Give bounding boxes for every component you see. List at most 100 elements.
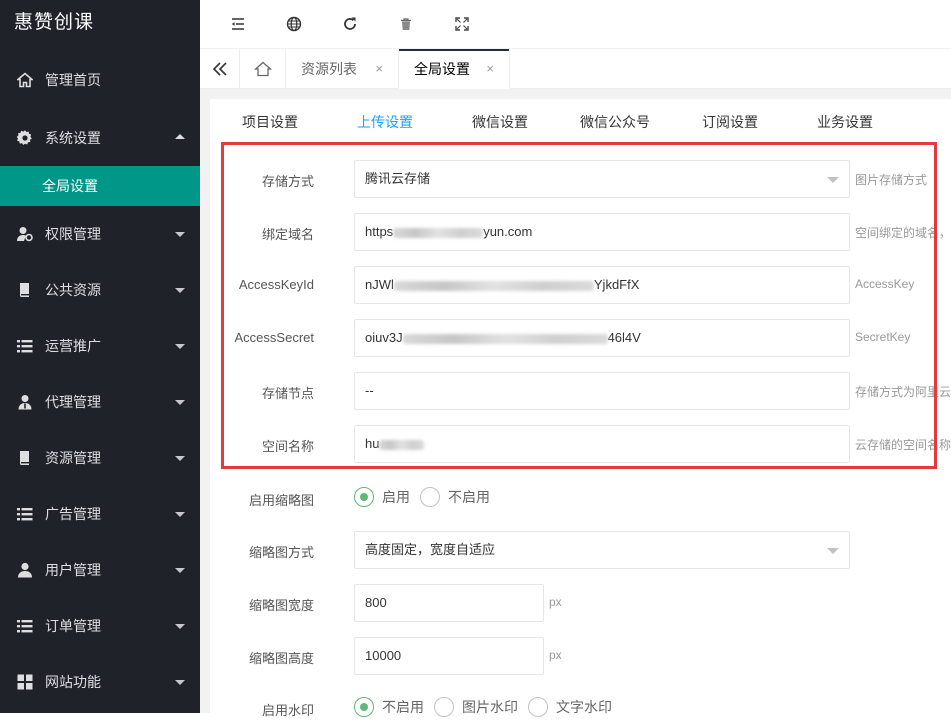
home-icon: [16, 71, 34, 89]
form-row-thumbnail-height: 缩略图高度 10000 px: [210, 637, 951, 675]
radio-label: 不启用: [382, 699, 424, 715]
radio-checked-icon: [354, 697, 374, 717]
domain-input[interactable]: https yun.com: [354, 213, 850, 251]
tabs-scroll-left-button[interactable]: [200, 49, 240, 89]
sidebar-item-users[interactable]: 用户管理: [0, 542, 200, 598]
input-text: 800: [365, 595, 387, 610]
sidebar-item-label: 权限管理: [45, 226, 101, 242]
sidebar-item-public-resources[interactable]: 公共资源: [0, 262, 200, 318]
field-hint: 存储方式为阿里云: [855, 385, 951, 399]
radio-thumbnail-off[interactable]: 不启用: [420, 487, 490, 507]
field-label: 缩略图方式: [248, 545, 314, 560]
input-text: YjkdFfX: [593, 277, 640, 292]
globe-icon[interactable]: [284, 14, 304, 34]
form-row-space-name: 空间名称 hu 云存储的空间名称: [210, 425, 951, 463]
tab-project-settings[interactable]: 项目设置: [242, 112, 298, 132]
form-row-watermark: 启用水印 不启用 图片水印 文字水印: [210, 689, 951, 727]
field-label: 存储方式: [261, 174, 314, 189]
access-secret-input[interactable]: oiuv3J 46l4V: [354, 319, 850, 357]
radio-watermark-text[interactable]: 文字水印: [528, 697, 612, 717]
input-text: 10000: [365, 648, 402, 663]
unit-label: px: [549, 648, 562, 662]
sidebar-item-label: 管理首页: [45, 72, 101, 88]
sidebar-item-home[interactable]: 管理首页: [0, 50, 200, 110]
caret-down-icon: [175, 624, 185, 629]
brand-logo-text: 惠赞创课: [14, 12, 95, 33]
trash-icon[interactable]: [396, 14, 416, 34]
space-name-input[interactable]: hu: [354, 425, 850, 463]
tab-global-settings[interactable]: 全局设置 ×: [399, 49, 510, 89]
thumbnail-width-input[interactable]: 800: [354, 584, 544, 622]
sidebar-item-system-settings[interactable]: 系统设置: [0, 110, 200, 166]
tab-resource-list[interactable]: 资源列表 ×: [286, 49, 399, 89]
field-hint: 云存储的空间名称: [855, 438, 951, 452]
list-icon: [16, 337, 34, 355]
radio-label: 文字水印: [556, 699, 612, 715]
field-label: 空间名称: [261, 439, 314, 454]
radio-checked-icon: [354, 487, 374, 507]
form-row-storage-node: 存储节点 -- 存储方式为阿里云: [210, 372, 951, 410]
sidebar-item-agents[interactable]: 代理管理: [0, 374, 200, 430]
sidebar-item-ads[interactable]: 广告管理: [0, 486, 200, 542]
field-hint: SecretKey: [855, 330, 911, 344]
form-row-thumbnail-mode: 缩略图方式 高度固定，宽度自适应: [210, 531, 951, 569]
sidebar-item-label: 广告管理: [45, 506, 101, 522]
refresh-icon[interactable]: [340, 14, 360, 34]
radio-label: 启用: [382, 489, 410, 505]
field-hint: 空间绑定的域名，: [855, 226, 951, 240]
storage-node-input[interactable]: --: [354, 372, 850, 410]
user-key-icon: [16, 225, 34, 243]
close-icon[interactable]: ×: [375, 49, 383, 89]
sidebar-subitem-global-settings[interactable]: 全局设置: [0, 166, 200, 206]
sidebar-item-label: 代理管理: [45, 394, 101, 410]
tab-wechat-official-account[interactable]: 微信公众号: [580, 112, 650, 132]
select-value: 高度固定，宽度自适应: [365, 542, 496, 557]
book-icon: [16, 281, 34, 299]
tab-home[interactable]: [240, 49, 286, 89]
sidebar-item-label: 网站功能: [45, 674, 101, 690]
menu-collapse-icon[interactable]: [228, 14, 248, 34]
tab-wechat-settings[interactable]: 微信设置: [472, 112, 528, 132]
chevron-down-icon: [827, 548, 839, 554]
input-text: yun.com: [483, 224, 533, 239]
sidebar: 惠赞创课 管理首页 系统设置 全局设置 权限管理 公共资源 运营推广 代理管理 …: [0, 0, 200, 713]
redacted-blur: [393, 280, 594, 291]
radio-label: 不启用: [448, 489, 490, 505]
main-content: 项目设置 上传设置 微信设置 微信公众号 订阅设置 业务设置 存储方式 腾讯云存…: [200, 89, 951, 718]
settings-card: 项目设置 上传设置 微信设置 微信公众号 订阅设置 业务设置 存储方式 腾讯云存…: [210, 99, 951, 718]
sidebar-item-site-functions[interactable]: 网站功能: [0, 654, 200, 710]
radio-watermark-image[interactable]: 图片水印: [434, 697, 518, 717]
input-text: oiuv3J: [365, 330, 403, 345]
close-icon[interactable]: ×: [486, 49, 494, 89]
gear-icon: [16, 129, 34, 147]
thumbnail-mode-select[interactable]: 高度固定，宽度自适应: [354, 531, 850, 569]
fullscreen-icon[interactable]: [452, 14, 472, 34]
access-key-id-input[interactable]: nJWl YjkdFfX: [354, 266, 850, 304]
agent-icon: [16, 393, 34, 411]
chevron-down-icon: [827, 177, 839, 183]
redacted-blur: [379, 439, 425, 450]
form-row-domain: 绑定域名 https yun.com 空间绑定的域名，: [210, 213, 951, 251]
input-text: --: [365, 383, 374, 398]
caret-down-icon: [175, 512, 185, 517]
caret-down-icon: [175, 568, 185, 573]
sidebar-item-orders[interactable]: 订单管理: [0, 598, 200, 654]
tab-business-settings[interactable]: 业务设置: [817, 112, 873, 132]
radio-unchecked-icon: [528, 697, 548, 717]
tab-upload-settings[interactable]: 上传设置: [357, 112, 413, 132]
select-value: 腾讯云存储: [365, 171, 431, 186]
radio-watermark-off[interactable]: 不启用: [354, 697, 424, 717]
sidebar-item-permissions[interactable]: 权限管理: [0, 206, 200, 262]
thumbnail-height-input[interactable]: 10000: [354, 637, 544, 675]
list-icon: [16, 505, 34, 523]
list-icon: [16, 617, 34, 635]
sidebar-item-operations[interactable]: 运营推广: [0, 318, 200, 374]
sidebar-item-label: 公共资源: [45, 282, 101, 298]
storage-method-select[interactable]: 腾讯云存储: [354, 160, 850, 198]
caret-down-icon: [175, 680, 185, 685]
sidebar-item-resources[interactable]: 资源管理: [0, 430, 200, 486]
tab-subscription-settings[interactable]: 订阅设置: [702, 112, 758, 132]
radio-thumbnail-on[interactable]: 启用: [354, 487, 410, 507]
form-row-access-secret: AccessSecret oiuv3J 46l4V SecretKey: [210, 319, 951, 357]
form-row-thumbnail-enable: 启用缩略图 启用 不启用: [210, 479, 951, 517]
